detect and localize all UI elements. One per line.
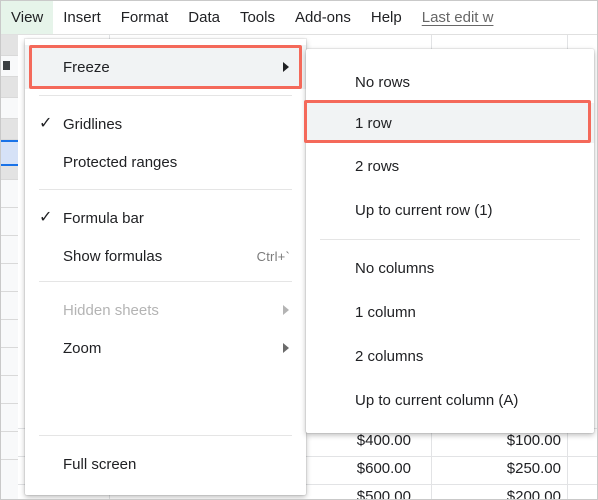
menu-separator bbox=[39, 189, 292, 190]
cell-value[interactable]: $250.00 bbox=[441, 460, 561, 477]
submenu-item-2-columns[interactable]: 2 columns bbox=[306, 337, 594, 375]
menu-item-label: Formula bar bbox=[63, 209, 144, 227]
menubar-item-view[interactable]: View bbox=[1, 1, 54, 34]
cell-value[interactable]: $600.00 bbox=[291, 460, 411, 477]
menu-bar: View Insert Format Data Tools Add-ons He… bbox=[1, 1, 597, 35]
submenu-item-label: 1 row bbox=[355, 114, 392, 132]
row-header-cell[interactable] bbox=[1, 77, 18, 98]
row-header-cell[interactable] bbox=[1, 404, 18, 432]
menubar-item-insert[interactable]: Insert bbox=[53, 1, 111, 34]
view-dropdown-menu: Freeze ✓ Gridlines Protected ranges ✓ Fo… bbox=[25, 39, 306, 495]
submenu-item-label: Up to current column (A) bbox=[355, 391, 519, 409]
check-icon: ✓ bbox=[39, 115, 53, 132]
row-header-cell[interactable] bbox=[1, 166, 18, 180]
menu-item-hidden-sheets: Hidden sheets bbox=[25, 291, 306, 329]
menu-item-label: Gridlines bbox=[63, 115, 123, 133]
last-edit-link[interactable]: Last edit w bbox=[412, 1, 494, 34]
submenu-item-no-rows[interactable]: No rows bbox=[306, 63, 594, 101]
cell-value[interactable]: $500.00 bbox=[291, 488, 411, 499]
row-header-cell[interactable] bbox=[1, 432, 18, 460]
chevron-right-icon bbox=[283, 343, 289, 353]
submenu-item-2-rows[interactable]: 2 rows bbox=[306, 147, 594, 185]
menu-separator bbox=[39, 435, 292, 436]
row-header-cell[interactable] bbox=[1, 236, 18, 264]
submenu-item-label: No rows bbox=[355, 73, 411, 91]
submenu-item-label: 1 column bbox=[355, 303, 416, 321]
menu-item-gridlines[interactable]: ✓ Gridlines bbox=[25, 105, 306, 143]
row-header-cell[interactable] bbox=[1, 376, 18, 404]
check-icon: ✓ bbox=[39, 209, 53, 226]
menu-separator bbox=[39, 95, 292, 96]
row-header-cell[interactable] bbox=[1, 98, 18, 119]
row-header-cell[interactable] bbox=[1, 320, 18, 348]
menu-item-protected-ranges[interactable]: Protected ranges bbox=[25, 143, 306, 181]
menu-item-label: Freeze bbox=[63, 58, 110, 76]
menu-item-label: Zoom bbox=[63, 339, 102, 357]
corner-marker bbox=[3, 61, 10, 70]
menubar-item-data[interactable]: Data bbox=[178, 1, 230, 34]
submenu-item-up-to-current-row[interactable]: Up to current row (1) bbox=[306, 191, 594, 229]
submenu-item-label: Up to current row (1) bbox=[355, 201, 493, 219]
row-header-cell[interactable] bbox=[1, 119, 18, 140]
cell-value[interactable]: $400.00 bbox=[291, 432, 411, 449]
row-header-cell[interactable] bbox=[1, 208, 18, 236]
app-window: $400.00 $100.00 $600.00 $250.00 $500.00 … bbox=[0, 0, 598, 500]
menu-item-shortcut: Ctrl+` bbox=[256, 248, 290, 264]
row-header-cell[interactable] bbox=[1, 460, 18, 499]
menu-item-freeze[interactable]: Freeze bbox=[25, 45, 306, 89]
menu-separator bbox=[39, 281, 292, 282]
menu-item-zoom[interactable]: Zoom bbox=[25, 329, 306, 367]
chevron-right-icon bbox=[283, 305, 289, 315]
menubar-item-tools[interactable]: Tools bbox=[230, 1, 285, 34]
submenu-item-up-to-current-column[interactable]: Up to current column (A) bbox=[306, 381, 594, 419]
menubar-item-format[interactable]: Format bbox=[111, 1, 179, 34]
menubar-item-help[interactable]: Help bbox=[361, 1, 412, 34]
menu-item-label: Hidden sheets bbox=[63, 301, 159, 319]
chevron-right-icon bbox=[283, 62, 289, 72]
row-header-cell[interactable] bbox=[1, 35, 18, 56]
cell-value[interactable]: $200.00 bbox=[441, 488, 561, 499]
menu-item-full-screen[interactable]: Full screen bbox=[25, 445, 306, 483]
row-header-cell[interactable] bbox=[1, 180, 18, 208]
submenu-item-1-row[interactable]: 1 row bbox=[306, 103, 594, 143]
submenu-item-label: 2 rows bbox=[355, 157, 400, 175]
submenu-item-label: 2 columns bbox=[355, 347, 424, 365]
row-header-cell-selected[interactable] bbox=[1, 140, 18, 166]
menubar-item-add-ons[interactable]: Add-ons bbox=[285, 1, 361, 34]
menu-item-label: Full screen bbox=[63, 455, 137, 473]
menu-item-formula-bar[interactable]: ✓ Formula bar bbox=[25, 199, 306, 237]
menu-item-label: Show formulas bbox=[63, 247, 163, 265]
row-header-cell[interactable] bbox=[1, 264, 18, 292]
row-header-cell[interactable] bbox=[1, 348, 18, 376]
submenu-item-1-column[interactable]: 1 column bbox=[306, 293, 594, 331]
freeze-submenu: No rows 1 row 2 rows Up to current row (… bbox=[306, 49, 594, 433]
submenu-separator bbox=[320, 239, 580, 240]
menu-item-label: Protected ranges bbox=[63, 153, 178, 171]
row-header-cell[interactable] bbox=[1, 292, 18, 320]
submenu-item-no-columns[interactable]: No columns bbox=[306, 249, 594, 287]
submenu-item-label: No columns bbox=[355, 259, 435, 277]
cell-value[interactable]: $100.00 bbox=[441, 432, 561, 449]
menu-item-show-formulas[interactable]: Show formulas Ctrl+` bbox=[25, 237, 306, 275]
